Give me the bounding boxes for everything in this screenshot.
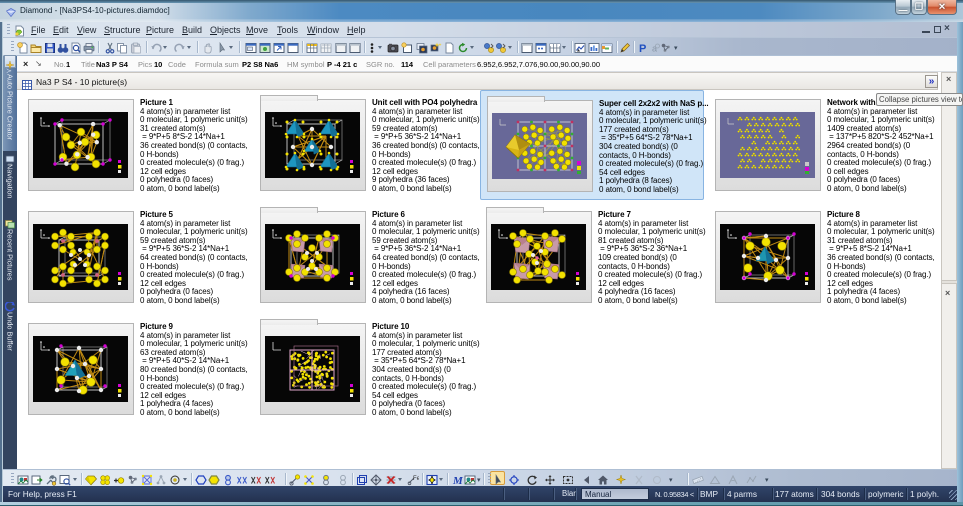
svg-text:P: P <box>639 43 646 54</box>
svg-text:a: a <box>652 44 657 54</box>
svg-text:M: M <box>452 475 464 486</box>
svg-text:Fe: Fe <box>413 476 419 482</box>
